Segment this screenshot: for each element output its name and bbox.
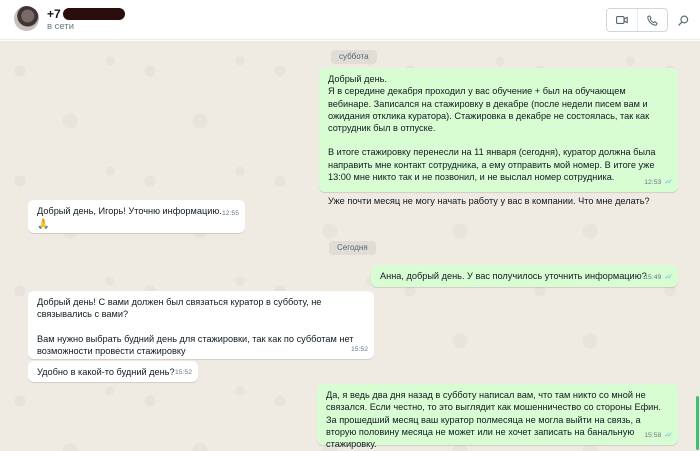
message-meta: 12:53 ✓✓ bbox=[644, 177, 673, 189]
message-paragraph: Добрый день! С вами должен был связаться… bbox=[37, 297, 322, 320]
video-call-button[interactable] bbox=[607, 9, 637, 31]
scrollbar-thumb[interactable] bbox=[696, 396, 699, 450]
message-time: 15:58 bbox=[644, 431, 662, 439]
message-time: 15:52 bbox=[174, 368, 192, 376]
outgoing-message-2[interactable]: Анна, добрый день. У вас получилось уточ… bbox=[371, 265, 678, 287]
message-meta: 15:52 bbox=[351, 344, 368, 356]
double-check-icon: ✓✓ bbox=[664, 178, 673, 186]
message-time: 15:52 bbox=[350, 345, 368, 353]
message-paragraph: Уже почти месяц не могу начать работу у … bbox=[328, 196, 650, 207]
contact-name[interactable]: +7 bbox=[47, 7, 125, 21]
voice-call-button[interactable] bbox=[636, 9, 668, 31]
phone-icon bbox=[646, 14, 658, 26]
message-time: 12:55 bbox=[221, 209, 239, 217]
chat-messages-area[interactable]: суббота Добрый день. Я в середине декабр… bbox=[0, 41, 700, 451]
pray-emoji: 🙏 bbox=[37, 219, 50, 231]
redacted-phone-number bbox=[62, 8, 125, 20]
incoming-message-2[interactable]: Добрый день! С вами должен был связаться… bbox=[28, 291, 374, 359]
message-text: Анна, добрый день. У вас получилось уточ… bbox=[380, 271, 647, 281]
message-text: Удобно в какой-то будний день? bbox=[37, 367, 175, 377]
message-time: 12:53 bbox=[644, 178, 662, 186]
contact-status: в сети bbox=[47, 21, 75, 32]
chat-header: +7 в сети bbox=[0, 0, 700, 40]
incoming-message-1[interactable]: Добрый день, Игорь! Уточню информацию. 🙏… bbox=[28, 200, 245, 233]
incoming-message-3[interactable]: Удобно в какой-то будний день? 15:52 bbox=[28, 361, 198, 382]
search-icon bbox=[677, 15, 688, 26]
message-meta: 15:52 bbox=[175, 367, 192, 379]
contact-phone-prefix: +7 bbox=[47, 7, 61, 21]
video-camera-icon bbox=[615, 16, 628, 24]
search-button[interactable] bbox=[674, 11, 692, 29]
message-text: Добрый день, Игорь! Уточню информацию. bbox=[37, 206, 222, 216]
contact-avatar[interactable] bbox=[14, 6, 39, 31]
message-time: 15:49 bbox=[644, 273, 662, 281]
call-buttons-group bbox=[606, 8, 668, 32]
message-meta: 15:49 ✓✓ bbox=[644, 272, 673, 284]
message-paragraph: Вам нужно выбрать будний день для стажир… bbox=[37, 333, 354, 356]
date-divider-saturday: суббота bbox=[331, 50, 377, 64]
double-check-icon: ✓✓ bbox=[664, 273, 673, 281]
message-paragraph: В итоге стажировку перенесли на 11 январ… bbox=[328, 147, 656, 183]
message-paragraph: Добрый день. Я в середине декабря проход… bbox=[328, 74, 650, 134]
double-check-icon: ✓✓ bbox=[664, 431, 673, 439]
date-divider-today: Сегодня bbox=[329, 241, 376, 255]
chat-scrollbar[interactable] bbox=[695, 41, 700, 451]
message-text: Да, я ведь два дня назад в субботу напис… bbox=[326, 390, 661, 450]
outgoing-message-1[interactable]: Добрый день. Я в середине декабря проход… bbox=[319, 68, 678, 206]
outgoing-message-3[interactable]: Да, я ведь два дня назад в субботу напис… bbox=[317, 384, 678, 449]
message-meta: 15:58 ✓✓ bbox=[644, 430, 673, 442]
message-meta: 12:55 bbox=[222, 208, 239, 220]
